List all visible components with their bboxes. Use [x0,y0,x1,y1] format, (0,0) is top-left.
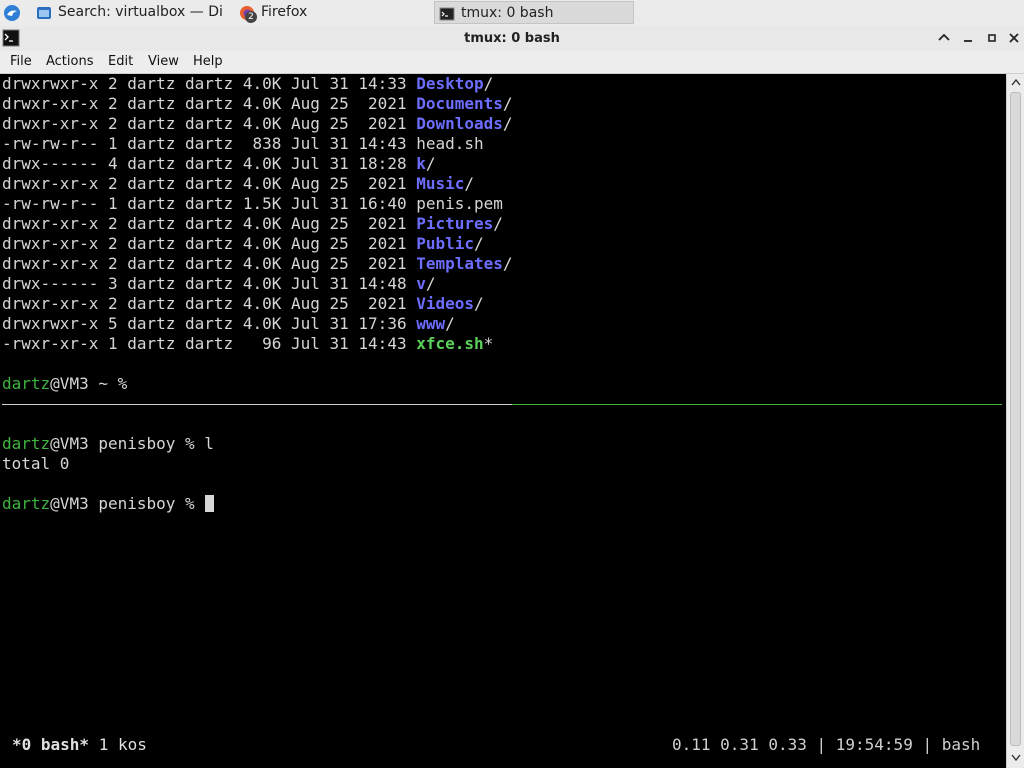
prompt-user: dartz [2,374,51,393]
command-text: @VM3 penisboy % l [50,434,214,453]
task-label: Search: virtualbox — Di [58,4,223,20]
listing-row: drwx------ 4 dartz dartz 4.0K Jul 31 18:… [2,154,436,174]
listing-row: drwx------ 3 dartz dartz 4.0K Jul 31 14:… [2,274,436,294]
prompt-user: dartz [2,434,51,453]
file-name: Downloads [416,114,503,133]
close-icon[interactable] [1006,30,1022,46]
window-title: tmux: 0 bash [464,31,560,46]
task-label: tmux: 0 bash [461,5,554,21]
file-suffix: / [425,274,436,293]
scroll-up-icon[interactable] [1011,78,1021,86]
file-name: Public [416,234,475,253]
file-suffix: / [493,214,503,233]
file-name: v [416,274,426,293]
listing-row: drwxr-xr-x 2 dartz dartz 4.0K Aug 25 202… [2,94,513,114]
listing-row: drwxr-xr-x 2 dartz dartz 4.0K Aug 25 202… [2,254,513,274]
task-search-window[interactable]: Search: virtualbox — Di [32,1,232,24]
keep-above-icon[interactable] [936,30,952,46]
task-firefox[interactable]: 2 Firefox [235,1,431,24]
file-meta: drwxr-xr-x 2 dartz dartz 4.0K Aug 25 202… [2,214,417,233]
file-name: Music [416,174,465,193]
task-label: Firefox [261,4,308,20]
file-meta: drwxr-xr-x 2 dartz dartz 4.0K Aug 25 202… [2,94,417,113]
session-name: 1 kos [89,735,147,754]
text-cursor [205,495,215,512]
file-suffix: / [445,314,455,333]
pane2-prompt[interactable]: dartz@VM3 penisboy % [2,494,215,514]
listing-row: -rw-rw-r-- 1 dartz dartz 1.5K Jul 31 16:… [2,194,503,214]
tmux-status-left[interactable]: *0 bash* 1 kos [12,734,147,756]
listing-row: -rw-rw-r-- 1 dartz dartz 838 Jul 31 14:4… [2,134,484,154]
file-name: Videos [416,294,475,313]
app-menu-icon[interactable] [2,3,22,23]
terminal-area[interactable]: drwxrwxr-x 2 dartz dartz 4.0K Jul 31 14:… [0,74,1006,768]
menu-help[interactable]: Help [193,51,223,73]
listing-row: drwxr-xr-x 2 dartz dartz 4.0K Aug 25 202… [2,294,484,314]
file-suffix: * [483,334,494,353]
file-meta: drwxr-xr-x 2 dartz dartz 4.0K Aug 25 202… [2,294,417,313]
file-suffix: / [464,174,475,193]
file-meta: drwxrwxr-x 5 dartz dartz 4.0K Jul 31 17:… [2,314,417,333]
file-meta: drwx------ 3 dartz dartz 4.0K Jul 31 14:… [2,274,417,293]
file-meta: drwxr-xr-x 2 dartz dartz 4.0K Aug 25 202… [2,234,417,253]
file-name: www [416,314,446,333]
menu-actions[interactable]: Actions [46,51,94,73]
file-name: head.sh [416,134,484,153]
file-meta: drwx------ 4 dartz dartz 4.0K Jul 31 18:… [2,154,417,173]
listing-row: drwxr-xr-x 2 dartz dartz 4.0K Aug 25 202… [2,174,474,194]
file-name: Templates [416,254,503,273]
listing-row: drwxr-xr-x 2 dartz dartz 4.0K Aug 25 202… [2,234,484,254]
menu-file[interactable]: File [10,51,32,73]
pane-divider[interactable] [2,404,1002,405]
file-name: Documents [416,94,503,113]
file-meta: drwxr-xr-x 2 dartz dartz 4.0K Aug 25 202… [2,254,417,273]
file-name: Pictures [416,214,494,233]
listing-row: drwxr-xr-x 2 dartz dartz 4.0K Aug 25 202… [2,114,513,134]
tmux-status-right: 0.11 0.31 0.33 | 19:54:59 | bash [672,735,981,754]
file-suffix: / [502,254,513,273]
taskbar: Search: virtualbox — Di 2 Firefox tmux: … [0,0,1024,27]
file-name: k [416,154,426,173]
file-suffix: / [474,294,484,313]
file-name: Desktop [416,74,484,93]
file-meta: -rw-rw-r-- 1 dartz dartz 1.5K Jul 31 16:… [2,194,417,213]
file-suffix: / [425,154,436,173]
listing-row: drwxr-xr-x 2 dartz dartz 4.0K Aug 25 202… [2,214,503,234]
prompt-host-path: @VM3 ~ % [50,374,128,393]
pane2-command: dartz@VM3 penisboy % l [2,434,214,454]
scrollbar-thumb[interactable] [1010,92,1021,746]
file-meta: drwxr-xr-x 2 dartz dartz 4.0K Aug 25 202… [2,174,417,193]
file-meta: -rwxr-xr-x 1 dartz dartz 96 Jul 31 14:43 [2,334,417,353]
file-meta: -rw-rw-r-- 1 dartz dartz 838 Jul 31 14:4… [2,134,417,153]
scrollbar[interactable] [1006,74,1024,768]
menu-view[interactable]: View [148,51,179,73]
file-meta: drwxrwxr-x 2 dartz dartz 4.0K Jul 31 14:… [2,74,417,93]
prompt-host-path: @VM3 penisboy % [50,494,205,513]
prompt-user: dartz [2,494,51,513]
menubar: File Actions Edit View Help [0,51,1024,74]
command-output: total 0 [2,454,70,473]
pane1-prompt: dartz@VM3 ~ % [2,374,127,394]
file-suffix: / [502,114,513,133]
window-count-badge: 2 [245,11,257,23]
file-meta: drwxr-xr-x 2 dartz dartz 4.0K Aug 25 202… [2,114,417,133]
scroll-down-icon[interactable] [1011,754,1021,762]
task-tmux[interactable]: tmux: 0 bash [434,1,634,24]
menu-edit[interactable]: Edit [108,51,133,73]
listing-row: drwxrwxr-x 2 dartz dartz 4.0K Jul 31 14:… [2,74,493,94]
active-window: *0 bash* [12,735,90,754]
maximize-icon[interactable] [984,30,1000,46]
file-name: penis.pem [416,194,503,213]
file-name: xfce.sh [416,334,484,353]
file-suffix: / [474,234,484,253]
file-suffix: / [502,94,513,113]
terminal-icon [439,7,455,21]
file-suffix: / [483,74,494,93]
window-titlebar[interactable]: tmux: 0 bash [0,26,1024,51]
listing-row: drwxrwxr-x 5 dartz dartz 4.0K Jul 31 17:… [2,314,455,334]
listing-row: -rwxr-xr-x 1 dartz dartz 96 Jul 31 14:43… [2,334,493,354]
search-window-icon [37,7,51,19]
minimize-icon[interactable] [960,30,976,46]
